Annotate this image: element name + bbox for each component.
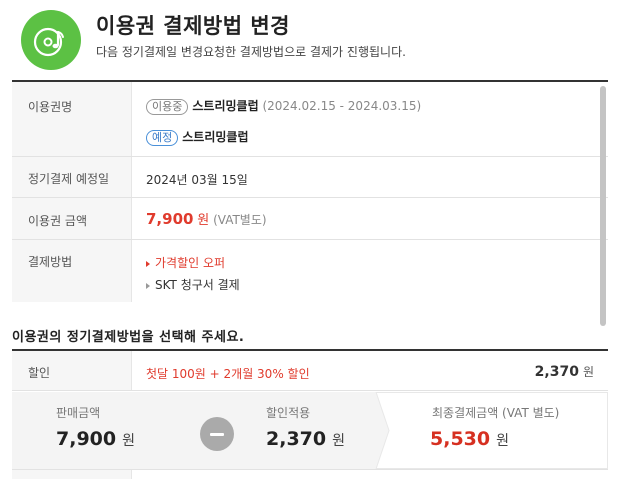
payment-option-discount-offer[interactable]: 가격할인 오퍼 (146, 254, 225, 271)
current-ticket-period: (2024.02.15 - 2024.03.15) (262, 99, 422, 113)
billing-date-label: 정기결제 예정일 (28, 172, 110, 186)
discount-applied-value: 2,370 원 (266, 428, 345, 450)
ticket-price: 7,900 (146, 210, 194, 228)
chevron-right-icon (364, 392, 390, 469)
amount-label: 이용권 금액 (28, 214, 88, 228)
sale-amount-value: 7,900 원 (56, 428, 135, 450)
discount-applied-label: 할인적용 (266, 406, 311, 420)
select-payment-prompt: 이용권의 정기결제방법을 선택해 주세요. (12, 330, 245, 345)
scheduled-ticket-name: 스트리밍클럽 (182, 130, 249, 144)
sale-amount-label: 판매금액 (56, 406, 101, 420)
amount-value: 7,900 원 (VAT별도) (146, 209, 267, 228)
payment-method-label: 결제방법 (28, 255, 73, 269)
ticket-price-unit: 원 (197, 213, 210, 228)
page-subtitle: 다음 정기결제일 변경요청한 결제방법으로 결제가 진행됩니다. (96, 45, 406, 59)
ticket-name-row: 이용권명 이용중 스트리밍클럽 (2024.02.15 - 2024.03.15)… (12, 82, 608, 157)
discount-label: 할인 (28, 366, 51, 380)
billing-date-row: 정기결제 예정일 2024년 03월 15일 (12, 157, 608, 198)
ticket-name-label: 이용권명 (28, 100, 73, 114)
final-amount-value: 5,530 원 (430, 428, 509, 450)
arrow-right-icon (146, 260, 150, 267)
discount-offer: 첫달 100원 + 2개월 30% 할인 (146, 367, 310, 381)
billing-date-value: 2024년 03월 15일 (146, 173, 248, 187)
payment-method-row: 결제방법 가격할인 오퍼 SKT 청구서 결제 (12, 240, 608, 302)
current-ticket-name: 스트리밍클럽 (192, 99, 259, 113)
final-amount-label: 최종결제금액 (VAT 별도) (432, 406, 560, 420)
scheduled-badge: 예정 (146, 129, 179, 146)
price-summary: 판매금액 7,900 원 할인적용 2,370 원 최종결제금액 (VAT 별도) … (12, 392, 608, 469)
minus-icon (200, 417, 234, 451)
scrollbar-thumb[interactable] (600, 86, 606, 326)
vat-note: (VAT별도) (213, 213, 267, 227)
page-header: 이용권 결제방법 변경 다음 정기결제일 변경요청한 결제방법으로 결제가 진행… (0, 0, 618, 80)
discount-row: 할인 첫달 100원 + 2개월 30% 할인 2,370 원 (12, 351, 608, 391)
music-disc-icon (21, 10, 81, 70)
next-row-label-cell (12, 470, 132, 479)
payment-option-skt-bill[interactable]: SKT 청구서 결제 (146, 276, 240, 293)
amount-row: 이용권 금액 7,900 원 (VAT별도) (12, 198, 608, 240)
discount-amount: 2,370 원 (534, 364, 594, 380)
in-use-badge: 이용중 (146, 98, 189, 115)
current-ticket: 이용중 스트리밍클럽 (2024.02.15 - 2024.03.15) (146, 97, 421, 115)
scheduled-ticket: 예정 스트리밍클럽 (146, 128, 249, 146)
page-title: 이용권 결제방법 변경 (96, 14, 291, 38)
arrow-right-icon (146, 282, 150, 289)
ticket-info-table: 이용권명 이용중 스트리밍클럽 (2024.02.15 - 2024.03.15)… (12, 82, 608, 302)
